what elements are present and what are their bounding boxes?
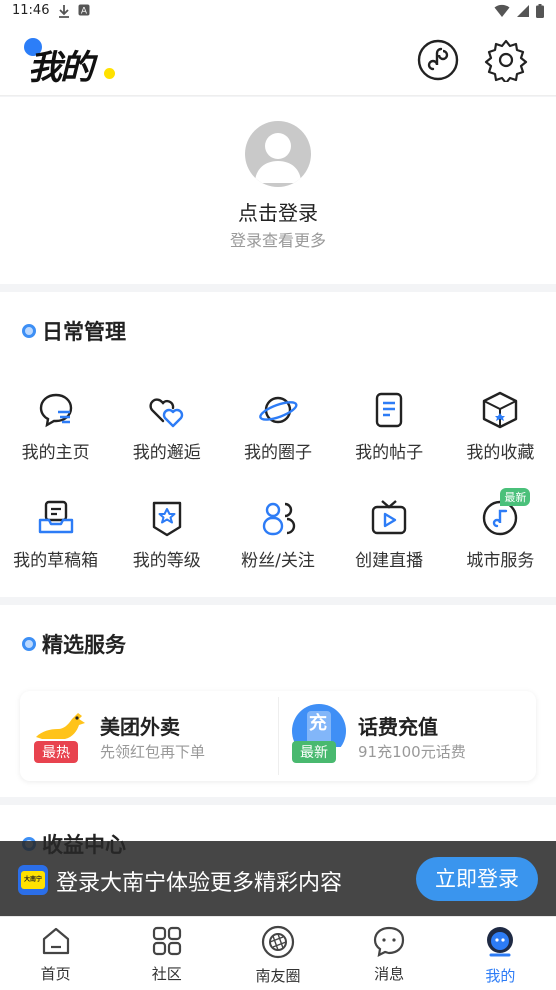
shield-star-icon [152,501,181,537]
new-badge: 最新 [292,741,336,763]
app-notification-icon: A [78,4,90,16]
featured-services-box: 最热 美团外卖 先领红包再下单 充 最新 话费充值 91充100元话费 [20,691,536,781]
title-decoration-yellow-dot [104,68,115,79]
banner-text: 登录大南宁体验更多精彩内容 [56,871,343,896]
settings-button[interactable] [484,38,528,85]
tab-mine[interactable]: 我的 [445,917,556,990]
chat-bubble-icon [39,393,72,428]
grid-item-my-drafts[interactable]: 我的草稿箱 [0,488,111,596]
wifi-icon [494,4,510,18]
svg-text:A: A [81,7,88,17]
login-prompt-banner: 大南宁 登录大南宁体验更多精彩内容 立即登录 [0,841,556,916]
new-badge: 最新 [500,488,531,506]
inbox-icon [38,500,73,534]
app-logo-icon: 大南宁 [18,865,48,895]
hearts-icon [149,398,183,428]
gear-icon [484,39,528,85]
grid-item-create-live[interactable]: 创建直播 [334,488,445,596]
daily-grid: 我的主页 我的邂逅 我的圈子 我的帖子 我的收藏 我的草稿箱 我的等级 粉丝/关… [0,380,556,596]
featured-services-section: 精选服务 最热 美团外卖 先领红包再下单 充 最新 话费充值 91充100元话费 [0,605,556,797]
hot-badge: 最热 [34,741,78,763]
grid-item-my-circles[interactable]: 我的圈子 [222,380,333,488]
box-icon [483,391,518,429]
grid-item-my-homepage[interactable]: 我的主页 [0,380,111,488]
download-icon [59,5,69,18]
planet-icon [259,396,298,424]
grid-item-fans-following[interactable]: 粉丝/关注 [222,488,333,596]
message-icon [374,926,405,957]
daily-management-section: 日常管理 我的主页 我的邂逅 我的圈子 我的帖子 我的收藏 我的草稿箱 我的等级… [0,292,556,597]
status-bar: 11:46 A [0,0,556,24]
grid-icon [152,926,181,956]
section-dot-icon [22,637,36,651]
section-title-daily: 日常管理 [22,316,126,346]
recharge-icon-text: 充 [309,713,327,734]
tab-nanyou-circle[interactable]: 南友圈 [222,917,333,990]
avatar[interactable] [245,121,311,187]
page-title: 我的 [28,48,94,88]
login-subtitle: 登录查看更多 [229,231,326,250]
tab-community[interactable]: 社区 [111,917,222,990]
section-dot-icon [22,324,36,338]
header: 我的 [0,24,556,96]
kangaroo-logo-icon [36,713,85,739]
grid-item-my-level[interactable]: 我的等级 [111,488,222,596]
signal-icon [517,5,529,17]
grid-item-my-encounters[interactable]: 我的邂逅 [111,380,222,488]
music-link-icon [417,39,459,81]
grid-item-my-favorites[interactable]: 我的收藏 [445,380,556,488]
service-phone-recharge[interactable]: 充 最新 话费充值 91充100元话费 [278,691,536,781]
default-avatar-icon [255,133,301,183]
battery-icon [536,4,544,18]
service-meituan-takeout[interactable]: 最热 美团外卖 先领红包再下单 [20,691,278,781]
grid-item-city-services[interactable]: 最新 城市服务 [445,488,556,596]
tab-home[interactable]: 首页 [0,917,111,990]
profile-card: 点击登录 登录查看更多 [0,97,556,284]
aperture-icon [261,925,295,959]
login-title[interactable]: 点击登录 [0,197,556,226]
profile-icon [487,927,514,957]
music-link-button[interactable] [416,38,460,82]
tab-messages[interactable]: 消息 [334,917,445,990]
bottom-tab-bar: 首页 社区 南友圈 消息 我的 [0,916,556,990]
login-now-button[interactable]: 立即登录 [416,857,538,901]
followers-icon [262,502,296,536]
status-time: 11:46 [12,3,50,18]
section-title-featured: 精选服务 [22,629,126,659]
document-icon [375,392,403,428]
tv-play-icon [371,500,407,535]
home-icon [42,927,69,955]
grid-item-my-posts[interactable]: 我的帖子 [334,380,445,488]
